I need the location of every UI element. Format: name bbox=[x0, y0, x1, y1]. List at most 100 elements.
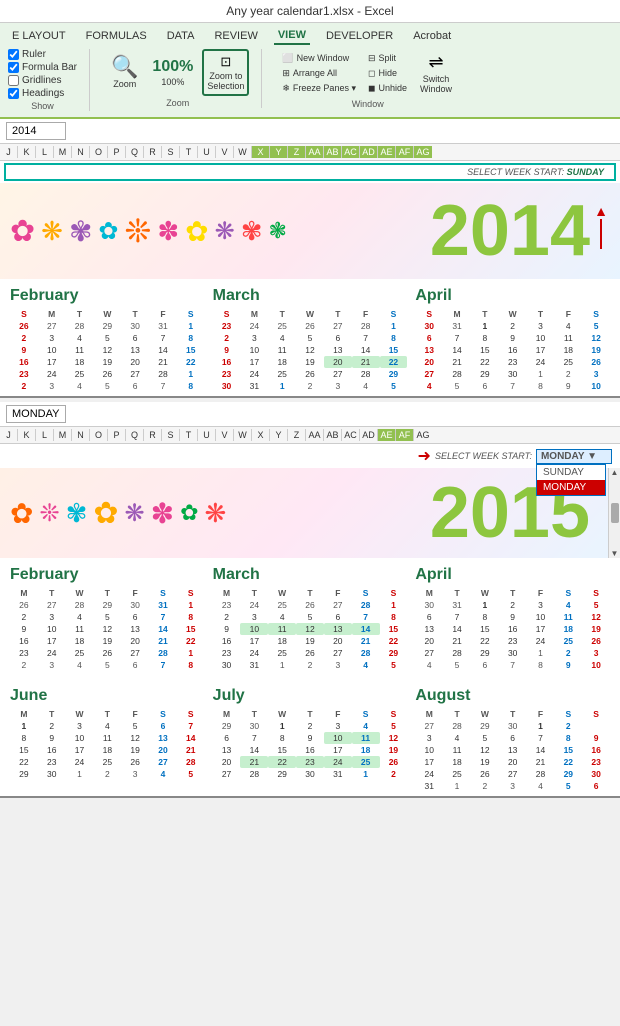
arrow-right-icon: ➜ bbox=[418, 446, 431, 466]
feb-h-fri: F bbox=[149, 308, 177, 320]
formula-bar-2 bbox=[0, 402, 620, 427]
col-header-1: J K L M N O P Q R S T U V W X Y Z AA AB … bbox=[0, 144, 620, 161]
option-sunday[interactable]: SUNDAY bbox=[537, 465, 605, 480]
col-W: W bbox=[234, 146, 252, 158]
flower2-4: ✿ bbox=[93, 496, 118, 531]
jun2015-header: MTWTFSS bbox=[10, 708, 205, 720]
ruler-checkbox[interactable]: Ruler bbox=[8, 49, 77, 60]
flower-7: ✿ bbox=[185, 215, 208, 248]
col-AE: AE bbox=[378, 146, 396, 158]
zoom100-icon: 100% bbox=[152, 58, 193, 76]
zoom-selection-label: Zoom toSelection bbox=[207, 71, 244, 91]
calendars-row-2: February MTWTFSS 2627282930311 2345678 9… bbox=[0, 558, 620, 675]
calendar-mar-2014: March SMTWTFS 2324252627281 2345678 9101… bbox=[209, 287, 412, 392]
col-AF: AF bbox=[396, 146, 414, 158]
tab-developer[interactable]: DEVELOPER bbox=[322, 28, 397, 44]
window-group-label: Window bbox=[352, 99, 384, 109]
dropdown-selected[interactable]: MONDAY ▼ bbox=[536, 449, 612, 464]
flower-9: ✾ bbox=[241, 216, 263, 247]
ribbon-group-zoom: 🔍 Zoom 100% 100% ⊡ Zoom toSelection Zoom bbox=[106, 49, 262, 108]
tab-acrobat[interactable]: Acrobat bbox=[409, 28, 455, 44]
scrollbar-2015: ▲ ▼ bbox=[608, 468, 620, 558]
hide-button[interactable]: ◻ Hide bbox=[364, 67, 411, 80]
feb2015-title: February bbox=[10, 566, 205, 584]
flower-4: ✿ bbox=[98, 217, 118, 246]
section-2: J K L M N O P Q R S T U V W X Y Z AA AB … bbox=[0, 402, 620, 798]
tab-view[interactable]: VIEW bbox=[274, 27, 310, 45]
calendars-row-3: June MTWTFSS 1234567 891011121314 151617… bbox=[0, 675, 620, 796]
week-start-dropdown[interactable]: MONDAY ▼ SUNDAY MONDAY bbox=[536, 449, 612, 464]
zoom100-button[interactable]: 100% 100% bbox=[147, 55, 198, 90]
up-arrow-icon: ▲ bbox=[594, 203, 608, 219]
zoom-selection-button[interactable]: ⊡ Zoom toSelection bbox=[202, 49, 249, 96]
col-S: S bbox=[162, 146, 180, 158]
col-Q: Q bbox=[126, 146, 144, 158]
freeze-icon: ❄ bbox=[282, 83, 290, 94]
jun2015-title: June bbox=[10, 687, 205, 705]
feb-title: February bbox=[10, 287, 205, 305]
col-J: J bbox=[0, 146, 18, 158]
flower-5: ❊ bbox=[125, 212, 152, 250]
gridlines-checkbox[interactable]: Gridlines bbox=[8, 75, 77, 86]
col-Y: Y bbox=[270, 146, 288, 158]
flower2-7: ✿ bbox=[180, 500, 198, 526]
hide-icon: ◻ bbox=[368, 68, 375, 79]
col-T: T bbox=[180, 146, 198, 158]
mar-w5: 23242526272829 bbox=[213, 368, 408, 380]
zoom-icon: 🔍 bbox=[111, 56, 138, 78]
feb-h-mon: M bbox=[38, 308, 66, 320]
col-N: N bbox=[72, 146, 90, 158]
ribbon-content: Ruler Formula Bar Gridlines Headings Sho… bbox=[8, 49, 612, 111]
new-window-button[interactable]: ⬜ New Window bbox=[278, 52, 360, 65]
flower2-3: ✾ bbox=[66, 498, 88, 529]
week-start-label-1: SELECT WEEK START: SUNDAY bbox=[467, 167, 604, 177]
show-items: Ruler Formula Bar Gridlines Headings bbox=[8, 49, 77, 99]
col-P: P bbox=[108, 146, 126, 158]
option-monday[interactable]: MONDAY bbox=[537, 480, 605, 495]
dropdown-options-list: SUNDAY MONDAY bbox=[536, 464, 606, 496]
mar-title: March bbox=[213, 287, 408, 305]
name-box[interactable] bbox=[6, 122, 66, 140]
arrange-all-button[interactable]: ⊞ Arrange All bbox=[278, 67, 360, 80]
formulabar-checkbox[interactable]: Formula Bar bbox=[8, 62, 77, 73]
scroll-up-2015[interactable]: ▲ bbox=[611, 468, 619, 477]
col-X: X bbox=[252, 146, 270, 158]
formula-bar bbox=[0, 119, 620, 144]
freeze-panes-button[interactable]: ❄ Freeze Panes ▾ bbox=[278, 82, 360, 95]
arrow-line bbox=[600, 219, 602, 249]
tab-review[interactable]: REVIEW bbox=[210, 28, 261, 44]
section-1: J K L M N O P Q R S T U V W X Y Z AA AB … bbox=[0, 144, 620, 398]
zoom-button[interactable]: 🔍 Zoom bbox=[106, 53, 143, 92]
apr-w6: 45678910 bbox=[415, 380, 610, 392]
unhide-icon: ◼ bbox=[368, 83, 375, 94]
mar-w4: 16171819202122 bbox=[213, 356, 408, 368]
ribbon: E LAYOUT FORMULAS DATA REVIEW VIEW DEVEL… bbox=[0, 23, 620, 119]
flower-3: ✾ bbox=[69, 215, 92, 248]
title-bar: Any year calendar1.xlsx - Excel bbox=[0, 0, 620, 23]
col-L: L bbox=[36, 146, 54, 158]
scroll-down-2015[interactable]: ▼ bbox=[611, 549, 619, 558]
tab-elayout[interactable]: E LAYOUT bbox=[8, 28, 70, 44]
scroll-indicator-1: ▲ bbox=[594, 203, 608, 249]
zoom-label: Zoom bbox=[113, 79, 136, 89]
mar2015-header: MTWTFSS bbox=[213, 587, 408, 599]
mar-header: SMTWTFS bbox=[213, 308, 408, 320]
switch-window-button[interactable]: ⇌ SwitchWindow bbox=[415, 49, 457, 97]
ribbon-tabs: E LAYOUT FORMULAS DATA REVIEW VIEW DEVEL… bbox=[8, 27, 612, 45]
col-AD: AD bbox=[360, 146, 378, 158]
apr-title: April bbox=[415, 287, 610, 305]
name-box-2[interactable] bbox=[6, 405, 66, 423]
jul2015-header: MTWTFSS bbox=[213, 708, 408, 720]
calendar-feb-2014: February S M T W T F S 2627282930311 234… bbox=[6, 287, 209, 392]
unhide-button[interactable]: ◼ Unhide bbox=[364, 82, 411, 95]
headings-checkbox[interactable]: Headings bbox=[8, 88, 77, 99]
ribbon-group-show: Ruler Formula Bar Gridlines Headings Sho… bbox=[8, 49, 90, 111]
window-side-buttons-left: ⬜ New Window ⊞ Arrange All ❄ Freeze Pane… bbox=[278, 52, 360, 95]
feb-h-wed: W bbox=[93, 308, 121, 320]
split-button[interactable]: ⊟ Split bbox=[364, 52, 411, 65]
apr-w3: 13141516171819 bbox=[415, 344, 610, 356]
tab-formulas[interactable]: FORMULAS bbox=[82, 28, 151, 44]
zoom100-label: 100% bbox=[161, 77, 184, 87]
tab-data[interactable]: DATA bbox=[163, 28, 199, 44]
feb-w6: 2345678 bbox=[10, 380, 205, 392]
